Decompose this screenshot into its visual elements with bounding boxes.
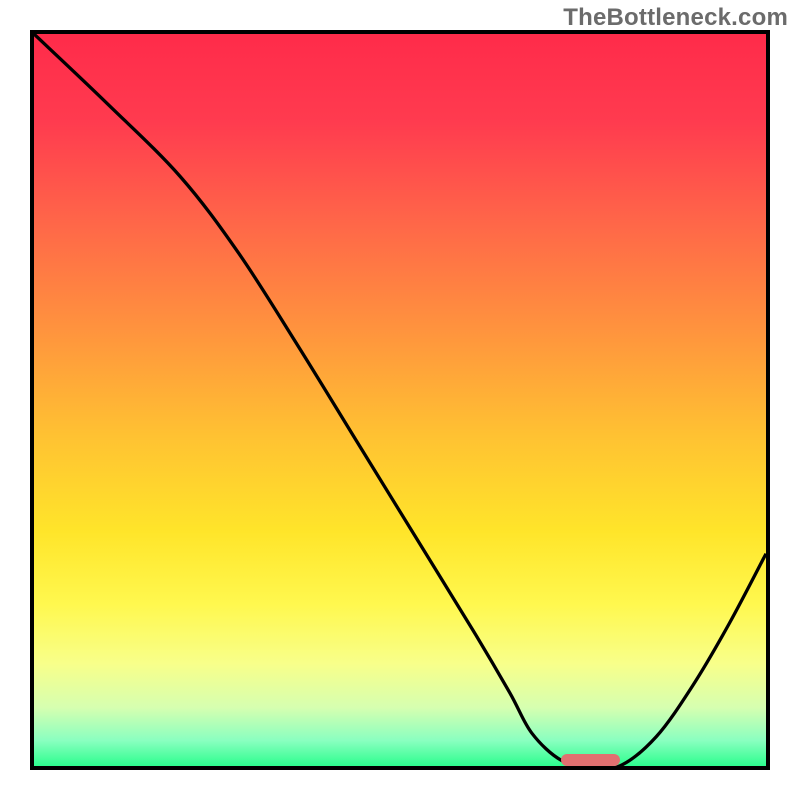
watermark-text: TheBottleneck.com (563, 4, 788, 32)
plot-frame (30, 30, 770, 770)
background-gradient (34, 34, 766, 766)
chart-container: TheBottleneck.com (0, 0, 800, 800)
optimal-range-marker (561, 754, 620, 766)
